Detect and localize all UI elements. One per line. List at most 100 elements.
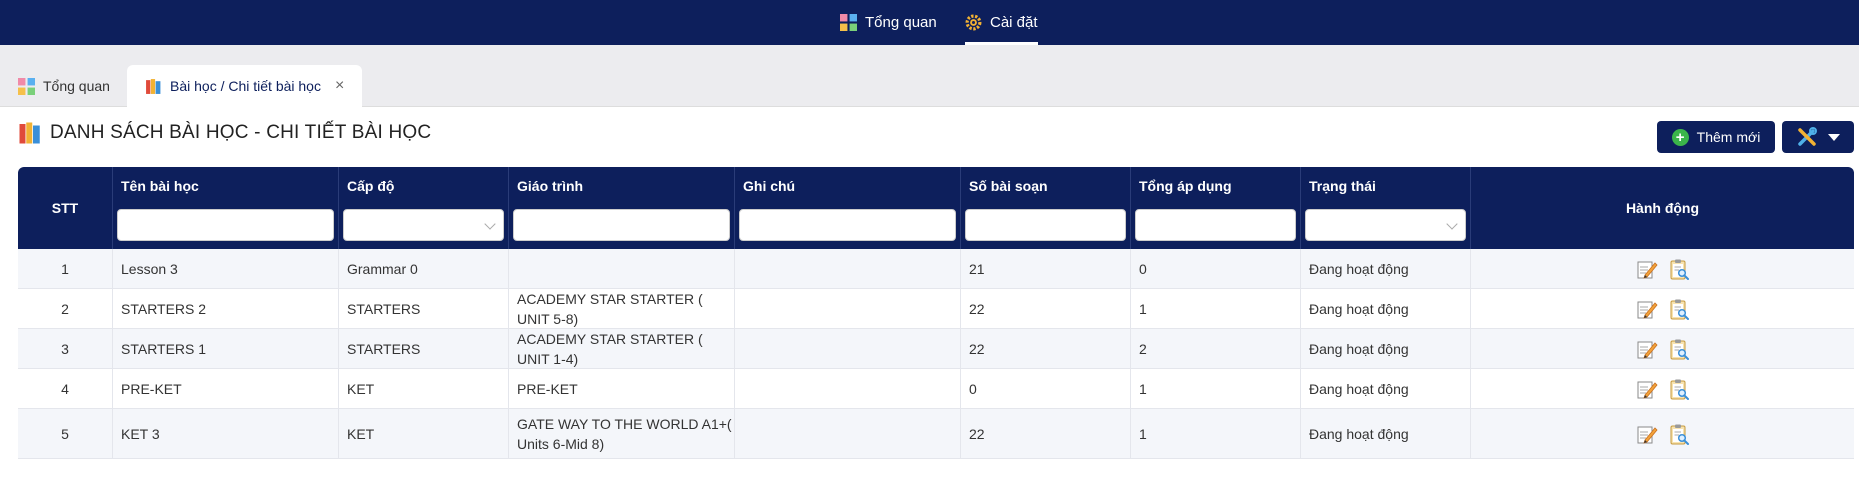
filter-name-input[interactable] (117, 209, 334, 241)
cell-level: Grammar 0 (339, 249, 509, 288)
header-label: Số bài soạn (969, 178, 1048, 194)
content-panel: DANH SÁCH BÀI HỌC - CHI TIẾT BÀI HỌC + T… (0, 107, 1859, 502)
cell-curriculum: ACADEMY STAR STARTER ( UNIT 5-8) (509, 289, 735, 328)
cell-curriculum: PRE-KET (509, 369, 735, 408)
dashboard-grid-icon (18, 77, 35, 95)
header-label: Tổng áp dụng (1139, 178, 1232, 194)
cell-status: Đang hoạt động (1301, 249, 1471, 288)
header-label: Cấp độ (347, 178, 395, 194)
cell-name: PRE-KET (113, 369, 339, 408)
cell-actions (1471, 369, 1854, 408)
clipboard-search-icon[interactable] (1668, 378, 1690, 400)
filter-level-select[interactable] (343, 209, 504, 241)
cell-lessons: 21 (961, 249, 1131, 288)
cell-applied: 1 (1131, 369, 1301, 408)
cell-name: STARTERS 1 (113, 329, 339, 368)
table-body: 1 Lesson 3 Grammar 0 21 0 Đang hoạt động 2 STAR… (18, 249, 1854, 459)
books-icon (146, 78, 161, 94)
table-row: 3 STARTERS 1 STARTERS ACADEMY STAR STARTER … (18, 329, 1854, 369)
column-header-actions: Hành động (1471, 167, 1854, 249)
cell-status: Đang hoạt động (1301, 369, 1471, 408)
chevron-down-icon (1828, 133, 1840, 141)
dashboard-grid-icon (840, 14, 857, 31)
cell-actions (1471, 289, 1854, 328)
nav-item-settings[interactable]: Cài đặt (965, 0, 1038, 45)
cell-note (735, 369, 961, 408)
cell-status: Đang hoạt động (1301, 409, 1471, 458)
cell-applied: 2 (1131, 329, 1301, 368)
edit-icon[interactable] (1636, 258, 1658, 280)
cell-status: Đang hoạt động (1301, 329, 1471, 368)
tools-dropdown-button[interactable] (1782, 121, 1854, 153)
edit-icon[interactable] (1636, 298, 1658, 320)
column-header-level: Cấp độ (339, 167, 509, 249)
table-row: 4 PRE-KET KET PRE-KET 0 1 Đang hoạt động (18, 369, 1854, 409)
column-header-applied: Tổng áp dụng (1131, 167, 1301, 249)
filter-note-input[interactable] (739, 209, 956, 241)
column-header-curriculum: Giáo trình (509, 167, 735, 249)
books-icon (19, 122, 40, 144)
cell-stt: 4 (18, 369, 113, 408)
plus-circle-icon: + (1671, 128, 1689, 146)
nav-item-label: Tổng quan (865, 14, 937, 31)
cell-curriculum: ACADEMY STAR STARTER ( UNIT 1-4) (509, 329, 735, 368)
cell-stt: 1 (18, 249, 113, 288)
top-navigation: Tổng quan Cài đặt (0, 0, 1859, 45)
cell-stt: 2 (18, 289, 113, 328)
filter-lessons-input[interactable] (965, 209, 1126, 241)
cell-level: STARTERS (339, 289, 509, 328)
cell-actions (1471, 329, 1854, 368)
edit-icon[interactable] (1636, 378, 1658, 400)
tab-label: Tổng quan (43, 78, 110, 94)
clipboard-search-icon[interactable] (1668, 338, 1690, 360)
cell-level: KET (339, 369, 509, 408)
tools-icon (1798, 127, 1817, 146)
cell-note (735, 409, 961, 458)
tab-overview[interactable]: Tổng quan (0, 65, 128, 107)
header-label: Giáo trình (517, 178, 584, 194)
add-new-label: Thêm mới (1696, 129, 1761, 145)
page-title-text: DANH SÁCH BÀI HỌC - CHI TIẾT BÀI HỌC (50, 122, 432, 143)
add-new-button[interactable]: + Thêm mới (1657, 121, 1775, 153)
filter-curriculum-input[interactable] (513, 209, 730, 241)
cell-applied: 1 (1131, 409, 1301, 458)
column-header-note: Ghi chú (735, 167, 961, 249)
clipboard-search-icon[interactable] (1668, 423, 1690, 445)
header-label: Ghi chú (743, 178, 796, 194)
cell-lessons: 22 (961, 409, 1131, 458)
nav-item-overview[interactable]: Tổng quan (840, 0, 937, 45)
cell-stt: 3 (18, 329, 113, 368)
table-row: 1 Lesson 3 Grammar 0 21 0 Đang hoạt động (18, 249, 1854, 289)
clipboard-search-icon[interactable] (1668, 258, 1690, 280)
close-icon[interactable]: × (335, 77, 344, 95)
table-row: 2 STARTERS 2 STARTERS ACADEMY STAR STARTER … (18, 289, 1854, 329)
column-header-stt: STT (18, 167, 113, 249)
filter-status-select[interactable] (1305, 209, 1466, 241)
column-header-status: Trạng thái (1301, 167, 1471, 249)
filter-applied-input[interactable] (1135, 209, 1296, 241)
header-label: Hành động (1625, 200, 1700, 216)
cell-curriculum (509, 249, 735, 288)
cell-lessons: 22 (961, 329, 1131, 368)
cell-applied: 1 (1131, 289, 1301, 328)
page-title: DANH SÁCH BÀI HỌC - CHI TIẾT BÀI HỌC (18, 121, 431, 145)
column-header-lessons: Số bài soạn (961, 167, 1131, 249)
cell-lessons: 0 (961, 369, 1131, 408)
table-row: 5 KET 3 KET GATE WAY TO THE WORLD A1+( Unit… (18, 409, 1854, 459)
cell-name: STARTERS 2 (113, 289, 339, 328)
cell-status: Đang hoạt động (1301, 289, 1471, 328)
cell-actions (1471, 249, 1854, 288)
cell-note (735, 289, 961, 328)
cell-note (735, 249, 961, 288)
edit-icon[interactable] (1636, 423, 1658, 445)
table-header: STT Tên bài học Cấp độ Giáo trình Ghi ch… (18, 167, 1854, 249)
column-header-name: Tên bài học (113, 167, 339, 249)
cell-level: KET (339, 409, 509, 458)
cell-actions (1471, 409, 1854, 458)
tab-lessons[interactable]: Bài học / Chi tiết bài học × (127, 65, 363, 107)
gear-icon (965, 14, 982, 31)
tab-bar: Tổng quan Bài học / Chi tiết bài học × (0, 45, 1859, 107)
edit-icon[interactable] (1636, 338, 1658, 360)
clipboard-search-icon[interactable] (1668, 298, 1690, 320)
cell-lessons: 22 (961, 289, 1131, 328)
